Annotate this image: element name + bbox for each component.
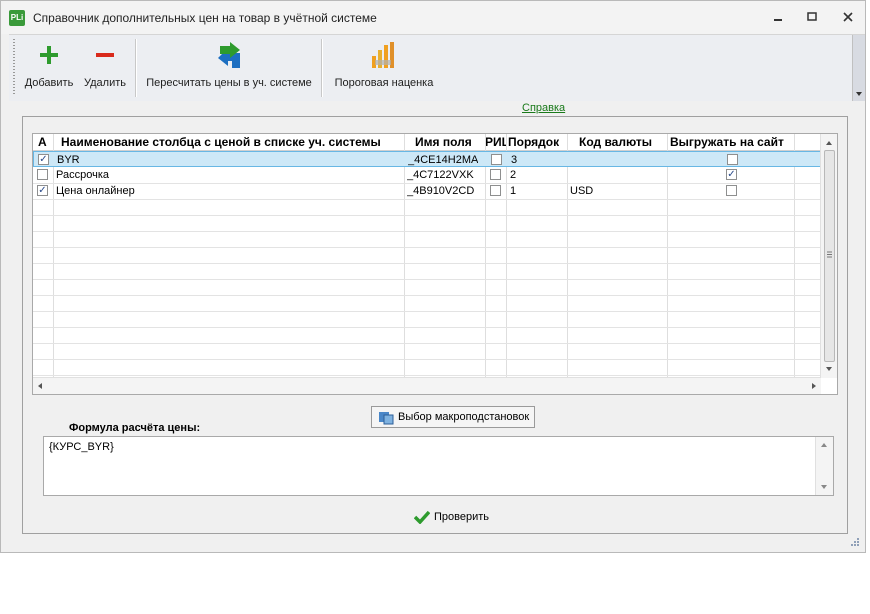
empty-row[interactable] <box>33 231 821 248</box>
active-checkbox[interactable]: ✓ <box>37 185 48 196</box>
recalc-prices-button[interactable]: Пересчитать цены в уч. системе <box>142 35 316 99</box>
header-order[interactable]: Порядок <box>508 134 559 150</box>
bar-chart-icon <box>368 39 400 71</box>
header-ric[interactable]: РИЦ <box>485 134 507 150</box>
active-checkbox[interactable]: ✓ <box>38 154 49 165</box>
close-button[interactable] <box>835 7 861 27</box>
minimize-icon <box>774 19 782 21</box>
export-checkbox[interactable] <box>726 185 737 196</box>
window-title: Справочник дополнительных цен на товар в… <box>33 11 377 25</box>
maximize-icon <box>807 12 817 21</box>
checkmark-icon <box>414 510 430 524</box>
scroll-left-icon[interactable] <box>35 378 45 394</box>
ric-checkbox[interactable] <box>491 154 502 165</box>
empty-row[interactable] <box>33 263 821 280</box>
header-active[interactable]: А <box>38 134 47 150</box>
add-button-label: Добавить <box>24 77 74 89</box>
active-checkbox[interactable] <box>37 169 48 180</box>
empty-row[interactable] <box>33 311 821 328</box>
price-column-name[interactable]: Рассрочка <box>56 167 109 183</box>
formula-scrollbar[interactable] <box>815 437 833 495</box>
empty-row[interactable] <box>33 279 821 296</box>
recalc-prices-label: Пересчитать цены в уч. системе <box>146 77 312 89</box>
scroll-down-icon[interactable] <box>816 482 833 492</box>
order-value[interactable]: 1 <box>510 183 516 199</box>
formula-input[interactable]: {КУРС_BYR} <box>43 436 834 496</box>
order-value[interactable]: 3 <box>511 152 517 168</box>
resize-grip-icon[interactable] <box>850 537 860 547</box>
header-export[interactable]: Выгружать на сайт <box>670 134 784 150</box>
price-column-name[interactable]: Цена онлайнер <box>56 183 135 199</box>
toolbar-scrollbar[interactable] <box>852 35 865 101</box>
ric-checkbox[interactable] <box>490 185 501 196</box>
close-icon <box>843 12 853 22</box>
recalc-icon <box>213 39 245 71</box>
empty-row[interactable] <box>33 215 821 232</box>
threshold-markup-button[interactable]: Пороговая наценка <box>329 35 439 99</box>
check-button[interactable]: Проверить <box>414 510 489 524</box>
header-currency[interactable]: Код валюты <box>579 134 652 150</box>
threshold-markup-label: Пороговая наценка <box>334 77 434 89</box>
toolbar-separator <box>135 39 137 97</box>
toolbar-grip[interactable] <box>13 39 15 95</box>
formula-value: {КУРС_BYR} <box>49 441 114 453</box>
maximize-button[interactable] <box>799 7 825 27</box>
ric-checkbox[interactable] <box>490 169 501 180</box>
header-name[interactable]: Наименование столбца с ценой в списке уч… <box>61 134 381 150</box>
check-button-label: Проверить <box>434 511 490 523</box>
order-value[interactable]: 2 <box>510 167 516 183</box>
minimize-button[interactable] <box>765 7 791 27</box>
field-name[interactable]: _4B910V2CD <box>407 183 474 199</box>
grip-icon <box>827 251 832 258</box>
delete-button[interactable]: Удалить <box>82 35 128 99</box>
field-name[interactable]: _4CE14H2MA <box>408 152 478 168</box>
empty-row[interactable] <box>33 295 821 312</box>
title-bar: PLi Справочник дополнительных цен на тов… <box>1 1 865 34</box>
app-icon: PLi <box>9 10 25 26</box>
table-row[interactable]: ✓ BYR _4CE14H2MA 3 <box>33 151 821 167</box>
toolbar: Добавить Удалить Пересчитать цены в уч. … <box>9 34 865 101</box>
grid-vertical-scrollbar[interactable] <box>820 134 837 378</box>
empty-row[interactable] <box>33 327 821 344</box>
help-link[interactable]: Справка <box>522 102 565 114</box>
table-row[interactable]: Рассрочка _4C7122VXK 2 ✓ <box>33 167 821 184</box>
scroll-right-icon[interactable] <box>809 378 819 394</box>
price-column-name[interactable]: BYR <box>57 152 80 168</box>
minus-icon <box>89 39 121 71</box>
add-button[interactable]: Добавить <box>22 35 76 99</box>
scroll-up-icon[interactable] <box>821 138 837 148</box>
macro-select-label: Выбор макроподстановок <box>398 411 530 423</box>
plus-icon <box>33 39 65 71</box>
price-columns-grid: А Наименование столбца с ценой в списке … <box>32 133 838 395</box>
toolbar-separator <box>321 39 323 97</box>
grid-header: А Наименование столбца с ценой в списке … <box>33 134 821 151</box>
scroll-up-icon[interactable] <box>816 440 833 450</box>
macro-icon <box>379 412 394 425</box>
field-name[interactable]: _4C7122VXK <box>407 167 474 183</box>
empty-row[interactable] <box>33 247 821 264</box>
export-checkbox[interactable] <box>727 154 738 165</box>
formula-label: Формула расчёта цены: <box>69 422 201 434</box>
currency-code[interactable]: USD <box>570 183 593 199</box>
empty-row[interactable] <box>33 359 821 376</box>
chevron-down-icon <box>856 92 862 96</box>
empty-row[interactable] <box>33 343 821 360</box>
empty-row[interactable] <box>33 199 821 216</box>
header-field[interactable]: Имя поля <box>415 134 472 150</box>
scroll-down-icon[interactable] <box>821 364 837 374</box>
export-checkbox[interactable]: ✓ <box>726 169 737 180</box>
macro-select-button[interactable]: Выбор макроподстановок <box>371 406 535 428</box>
delete-button-label: Удалить <box>84 77 126 89</box>
grid-horizontal-scrollbar[interactable] <box>33 377 821 394</box>
scroll-thumb[interactable] <box>824 150 835 362</box>
table-row[interactable]: ✓ Цена онлайнер _4B910V2CD 1 USD <box>33 183 821 200</box>
